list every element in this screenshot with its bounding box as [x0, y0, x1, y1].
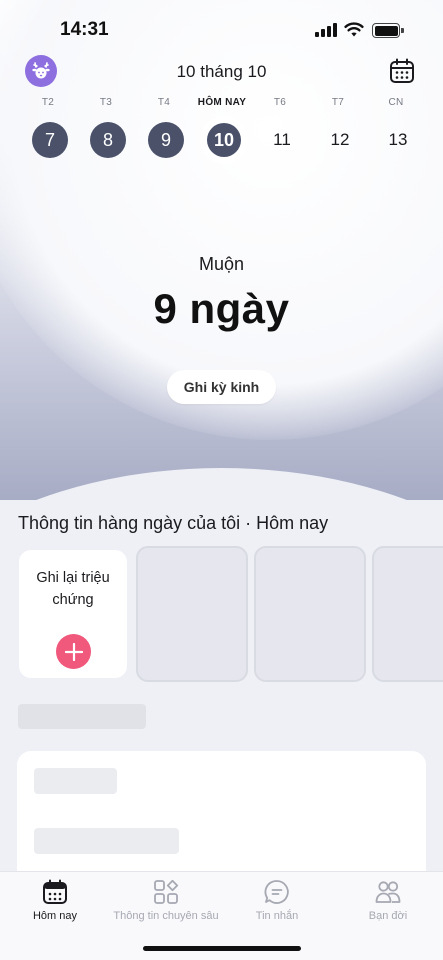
cycle-status-label: Muộn [198, 254, 245, 274]
loading-placeholder [34, 828, 179, 854]
card-placeholder [136, 546, 248, 682]
cycle-status-value: 9 ngày [153, 285, 290, 332]
status-bar: 14:31 [0, 0, 443, 58]
today-day-number: 10 [207, 123, 241, 157]
calendar-icon [43, 879, 67, 904]
weekday-labels: T2 T3 T4 HÔM NAY T6 T7 CN [0, 97, 443, 111]
hero-bottom-curve [0, 468, 443, 500]
battery-icon [372, 23, 404, 38]
tab-label: Thông tin chuyên sâu [113, 910, 219, 922]
weekday-label-today: HÔM NAY [197, 97, 247, 108]
tab-messages[interactable]: Tin nhắn [222, 879, 332, 931]
day-button[interactable]: 12 [322, 122, 358, 158]
tab-label: Bạn đời [368, 910, 408, 922]
calendar-icon[interactable] [388, 57, 416, 85]
day-button-today[interactable]: 10 [200, 116, 248, 164]
tab-label: Tin nhắn [255, 910, 299, 922]
weekday-label: T3 [99, 97, 113, 108]
plus-icon [64, 642, 83, 661]
status-time: 14:31 [60, 19, 109, 40]
grid-shapes-icon [154, 879, 179, 904]
weekday-label: T6 [273, 97, 287, 108]
chat-bubble-icon [264, 880, 289, 904]
card-placeholder [254, 546, 366, 682]
tab-insights[interactable]: Thông tin chuyên sâu [111, 879, 221, 931]
card-placeholder [372, 546, 443, 682]
daily-info-title: Thông tin hàng ngày của tôi · Hôm nay [18, 513, 329, 533]
current-date-title: 10 tháng 10 [176, 62, 267, 81]
log-symptoms-label: Ghi lại triệu chứng [36, 570, 110, 608]
day-button[interactable]: 7 [32, 122, 68, 158]
day-button[interactable]: 13 [380, 122, 416, 158]
day-button[interactable]: 11 [264, 122, 300, 158]
log-period-button[interactable]: Ghi kỳ kinh [167, 370, 276, 404]
loading-placeholder [18, 704, 146, 729]
add-symptom-button[interactable] [56, 634, 91, 669]
cellular-signal-icon [315, 23, 337, 37]
daily-info-cards: Ghi lại triệu chứng [0, 546, 443, 684]
wifi-icon [344, 22, 364, 37]
log-symptoms-card[interactable]: Ghi lại triệu chứng [19, 550, 127, 678]
weekday-label: T4 [157, 97, 171, 108]
loading-placeholder [34, 768, 117, 794]
tab-partner[interactable]: Bạn đời [333, 879, 443, 931]
home-indicator [143, 946, 301, 951]
weekday-label: CN [388, 97, 404, 108]
day-button[interactable]: 8 [90, 122, 126, 158]
people-icon [375, 881, 401, 903]
tab-label: Hôm nay [32, 910, 78, 922]
content-panel [17, 751, 426, 891]
weekday-label: T7 [331, 97, 345, 108]
week-day-strip: 7 8 9 10 11 12 13 [0, 116, 443, 164]
tab-today[interactable]: Hôm nay [0, 879, 110, 931]
weekday-label: T2 [41, 97, 55, 108]
day-button[interactable]: 9 [148, 122, 184, 158]
